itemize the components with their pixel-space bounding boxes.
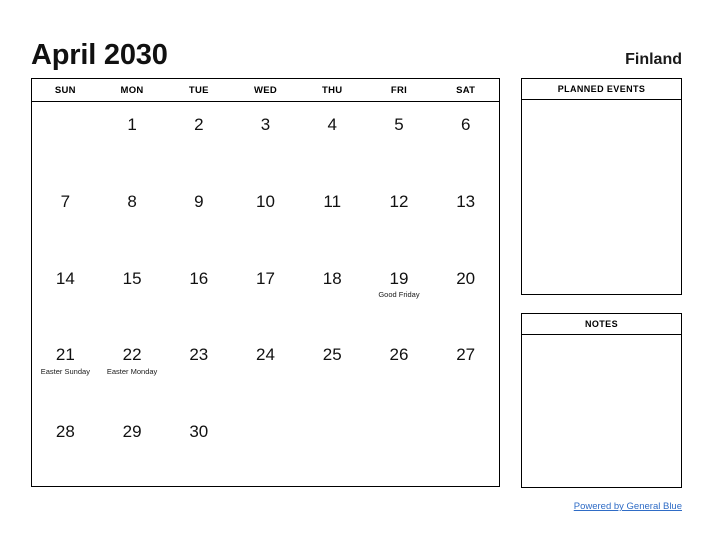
day-number: 17 [256, 268, 275, 288]
day-number: 20 [456, 268, 476, 288]
day-cell-29[interactable]: 29 [99, 409, 166, 486]
day-number: 2 [194, 115, 204, 134]
day-number: 11 [323, 191, 342, 211]
day-event-label: Easter Sunday [40, 367, 90, 377]
calendar-week-row: 21 Easter Sunday 22 Easter Monday 23 24 25 26 27 [32, 332, 499, 409]
day-number: 22 [122, 345, 142, 365]
day-cell-22[interactable]: 22 Easter Monday [99, 332, 166, 409]
day-cell-12[interactable]: 12 [366, 179, 433, 256]
day-cell-16[interactable]: 16 [165, 256, 232, 333]
weekday-header-row: SUN MON TUE WED THU FRI SAT [32, 79, 499, 102]
day-cell-28[interactable]: 28 [32, 409, 99, 486]
planned-events-panel: PLANNED EVENTS [521, 78, 682, 295]
day-cell-7[interactable]: 7 [32, 179, 99, 256]
weekday-header-wed: WED [253, 84, 278, 96]
day-cell-18[interactable]: 18 [299, 256, 366, 333]
weekday-header-sun: SUN [54, 84, 76, 96]
weekday-header-mon: MON [120, 84, 144, 96]
day-cell-25[interactable]: 25 [299, 332, 366, 409]
day-number: 26 [389, 345, 409, 365]
day-cell-13[interactable]: 13 [432, 179, 499, 256]
planned-events-writing-area[interactable] [522, 100, 681, 294]
day-number: 21 [55, 345, 75, 365]
day-cell-6[interactable]: 6 [432, 102, 499, 179]
day-number: 1 [127, 115, 137, 134]
day-cell-4[interactable]: 4 [299, 102, 366, 179]
weekday-header-sat: SAT [456, 84, 476, 96]
day-number: 28 [55, 422, 75, 442]
day-number: 19 [389, 268, 409, 288]
weekday-header-thu: THU [322, 84, 343, 96]
calendar-grid: SUN MON TUE WED THU FRI SAT 1 2 3 4 5 6 7 8 9 10 11 12 13 1… [31, 78, 500, 487]
day-cell-23[interactable]: 23 [165, 332, 232, 409]
day-cell-21[interactable]: 21 Easter Sunday [32, 332, 99, 409]
calendar-week-row: 1 2 3 4 5 6 [32, 102, 499, 179]
page-footer: Powered by General Blue [31, 496, 682, 514]
day-number: 8 [127, 191, 137, 211]
page-title: April 2030 [31, 39, 168, 71]
day-cell-empty [366, 409, 433, 486]
day-number: 3 [260, 115, 271, 134]
day-number: 5 [394, 115, 404, 134]
calendar-weeks: 1 2 3 4 5 6 7 8 9 10 11 12 13 14 15 16 17 18 19 Good Friday… [32, 102, 499, 486]
day-number: 10 [256, 191, 275, 211]
day-number: 16 [189, 268, 209, 288]
notes-writing-area[interactable] [522, 335, 681, 487]
day-cell-27[interactable]: 27 [432, 332, 499, 409]
calendar-week-row: 14 15 16 17 18 19 Good Friday 20 [32, 256, 499, 333]
day-number: 6 [460, 115, 471, 134]
weekday-header-tue: TUE [188, 84, 209, 96]
day-number: 13 [456, 191, 476, 211]
day-cell-11[interactable]: 11 [299, 179, 366, 256]
day-cell-empty [232, 409, 299, 486]
day-cell-20[interactable]: 20 [432, 256, 499, 333]
day-event-label: Good Friday [378, 290, 420, 300]
day-number: 9 [194, 191, 204, 211]
day-number: 12 [389, 191, 409, 211]
powered-by-link[interactable]: Powered by General Blue [574, 501, 682, 512]
planned-events-title: PLANNED EVENTS [522, 79, 681, 100]
day-cell-14[interactable]: 14 [32, 256, 99, 333]
day-cell-2[interactable]: 2 [165, 102, 232, 179]
day-cell-empty [32, 102, 99, 179]
page-header: April 2030 Finland [31, 30, 682, 70]
calendar-week-row: 28 29 30 [32, 409, 499, 486]
day-cell-9[interactable]: 9 [165, 179, 232, 256]
day-cell-empty [299, 409, 366, 486]
notes-panel: NOTES [521, 313, 682, 488]
day-number: 29 [122, 422, 142, 442]
day-number: 25 [322, 345, 342, 365]
country-label: Finland [625, 51, 682, 68]
day-event-label: Easter Monday [106, 367, 158, 377]
calendar-week-row: 7 8 9 10 11 12 13 [32, 179, 499, 256]
day-number: 4 [327, 115, 337, 134]
day-number: 23 [189, 345, 209, 365]
day-number: 27 [456, 345, 476, 365]
day-cell-24[interactable]: 24 [232, 332, 299, 409]
day-cell-26[interactable]: 26 [366, 332, 433, 409]
day-number: 15 [122, 268, 142, 288]
day-number: 30 [189, 422, 209, 442]
day-cell-10[interactable]: 10 [232, 179, 299, 256]
day-cell-15[interactable]: 15 [99, 256, 166, 333]
notes-title: NOTES [522, 314, 681, 335]
day-cell-1[interactable]: 1 [99, 102, 166, 179]
day-cell-empty [432, 409, 499, 486]
day-cell-17[interactable]: 17 [232, 256, 299, 333]
day-number: 24 [256, 345, 275, 365]
day-number: 7 [60, 191, 71, 211]
day-cell-3[interactable]: 3 [232, 102, 299, 179]
day-cell-30[interactable]: 30 [165, 409, 232, 486]
day-cell-19[interactable]: 19 Good Friday [366, 256, 433, 333]
day-cell-5[interactable]: 5 [366, 102, 433, 179]
day-number: 18 [322, 268, 342, 288]
day-number: 14 [55, 268, 75, 288]
day-cell-8[interactable]: 8 [99, 179, 166, 256]
weekday-header-fri: FRI [390, 84, 408, 96]
